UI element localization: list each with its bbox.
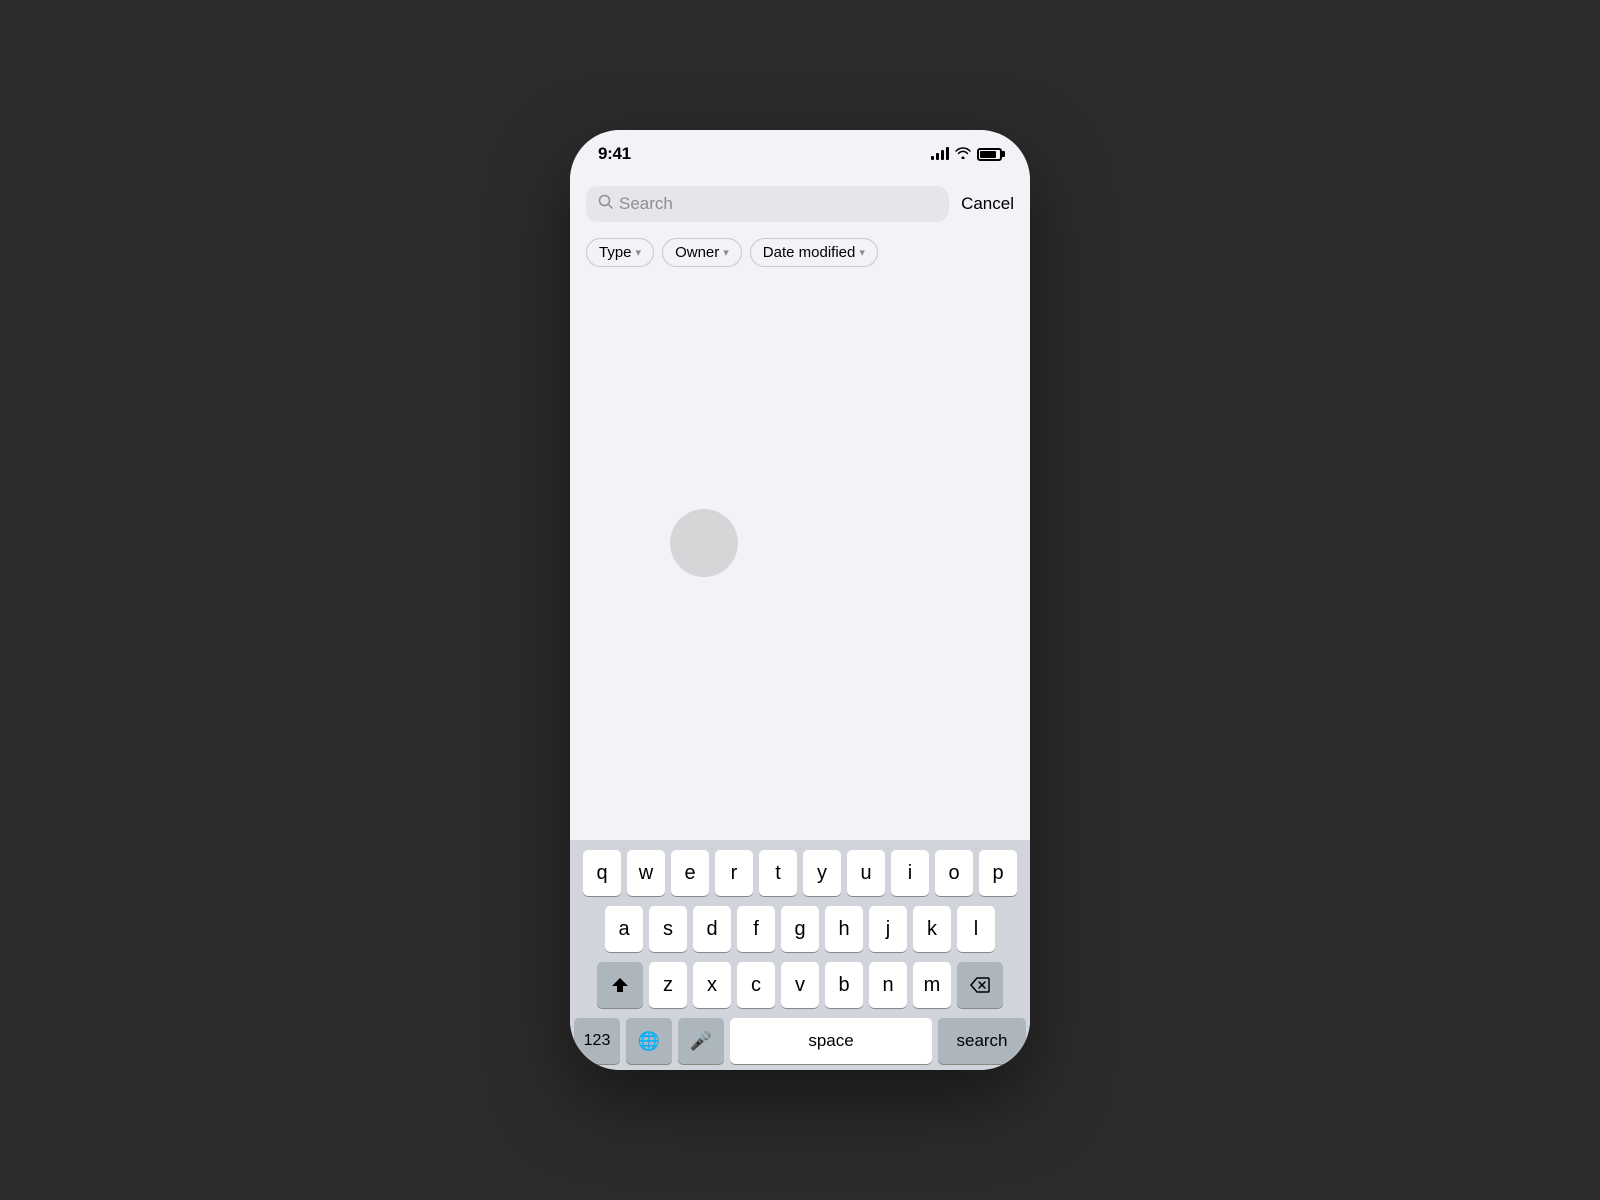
filter-owner[interactable]: Owner ▾ (662, 238, 742, 267)
search-key[interactable]: search (938, 1018, 1026, 1064)
shift-key[interactable] (597, 962, 643, 1008)
numbers-key[interactable]: 123 (574, 1018, 620, 1064)
key-o[interactable]: o (935, 850, 973, 896)
key-e[interactable]: e (671, 850, 709, 896)
space-key[interactable]: space (730, 1018, 932, 1064)
key-k[interactable]: k (913, 906, 951, 952)
touch-indicator (670, 509, 738, 577)
keyboard-row-1: q w e r t y u i o p (574, 850, 1026, 896)
delete-key[interactable] (957, 962, 1003, 1008)
key-h[interactable]: h (825, 906, 863, 952)
battery-icon (977, 148, 1002, 161)
key-m[interactable]: m (913, 962, 951, 1008)
keyboard: q w e r t y u i o p a s d f g h j k l (570, 840, 1030, 1070)
key-n[interactable]: n (869, 962, 907, 1008)
key-s[interactable]: s (649, 906, 687, 952)
keyboard-row-2: a s d f g h j k l (574, 906, 1026, 952)
key-w[interactable]: w (627, 850, 665, 896)
chevron-down-icon: ▾ (723, 246, 729, 259)
search-input-placeholder: Search (619, 194, 673, 214)
key-l[interactable]: l (957, 906, 995, 952)
key-t[interactable]: t (759, 850, 797, 896)
main-content (570, 279, 1030, 840)
keyboard-row-4: 123 🌐 🎤 space search (574, 1018, 1026, 1064)
key-r[interactable]: r (715, 850, 753, 896)
filter-bar: Type ▾ Owner ▾ Date modified ▾ (570, 234, 1030, 279)
search-icon (598, 194, 613, 214)
key-p[interactable]: p (979, 850, 1017, 896)
key-f[interactable]: f (737, 906, 775, 952)
key-v[interactable]: v (781, 962, 819, 1008)
signal-icon (931, 148, 949, 160)
status-icons (931, 146, 1002, 162)
wifi-icon (955, 146, 971, 162)
keyboard-row-3: z x c v b n m (574, 962, 1026, 1008)
key-z[interactable]: z (649, 962, 687, 1008)
filter-type[interactable]: Type ▾ (586, 238, 654, 267)
key-x[interactable]: x (693, 962, 731, 1008)
key-j[interactable]: j (869, 906, 907, 952)
microphone-key[interactable]: 🎤 (678, 1018, 724, 1064)
filter-date-modified-label: Date modified (763, 244, 856, 261)
key-a[interactable]: a (605, 906, 643, 952)
status-bar: 9:41 (570, 130, 1030, 178)
chevron-down-icon: ▾ (636, 246, 642, 259)
filter-type-label: Type (599, 244, 632, 261)
key-b[interactable]: b (825, 962, 863, 1008)
key-c[interactable]: c (737, 962, 775, 1008)
key-g[interactable]: g (781, 906, 819, 952)
filter-owner-label: Owner (675, 244, 719, 261)
phone-frame: 9:41 (570, 130, 1030, 1070)
key-d[interactable]: d (693, 906, 731, 952)
key-i[interactable]: i (891, 850, 929, 896)
status-time: 9:41 (598, 144, 631, 164)
globe-key[interactable]: 🌐 (626, 1018, 672, 1064)
cancel-button[interactable]: Cancel (961, 190, 1014, 218)
key-u[interactable]: u (847, 850, 885, 896)
chevron-down-icon: ▾ (859, 246, 865, 259)
key-y[interactable]: y (803, 850, 841, 896)
search-bar-container: Search Cancel (570, 178, 1030, 234)
filter-date-modified[interactable]: Date modified ▾ (750, 238, 878, 267)
key-q[interactable]: q (583, 850, 621, 896)
search-input-wrapper[interactable]: Search (586, 186, 949, 222)
